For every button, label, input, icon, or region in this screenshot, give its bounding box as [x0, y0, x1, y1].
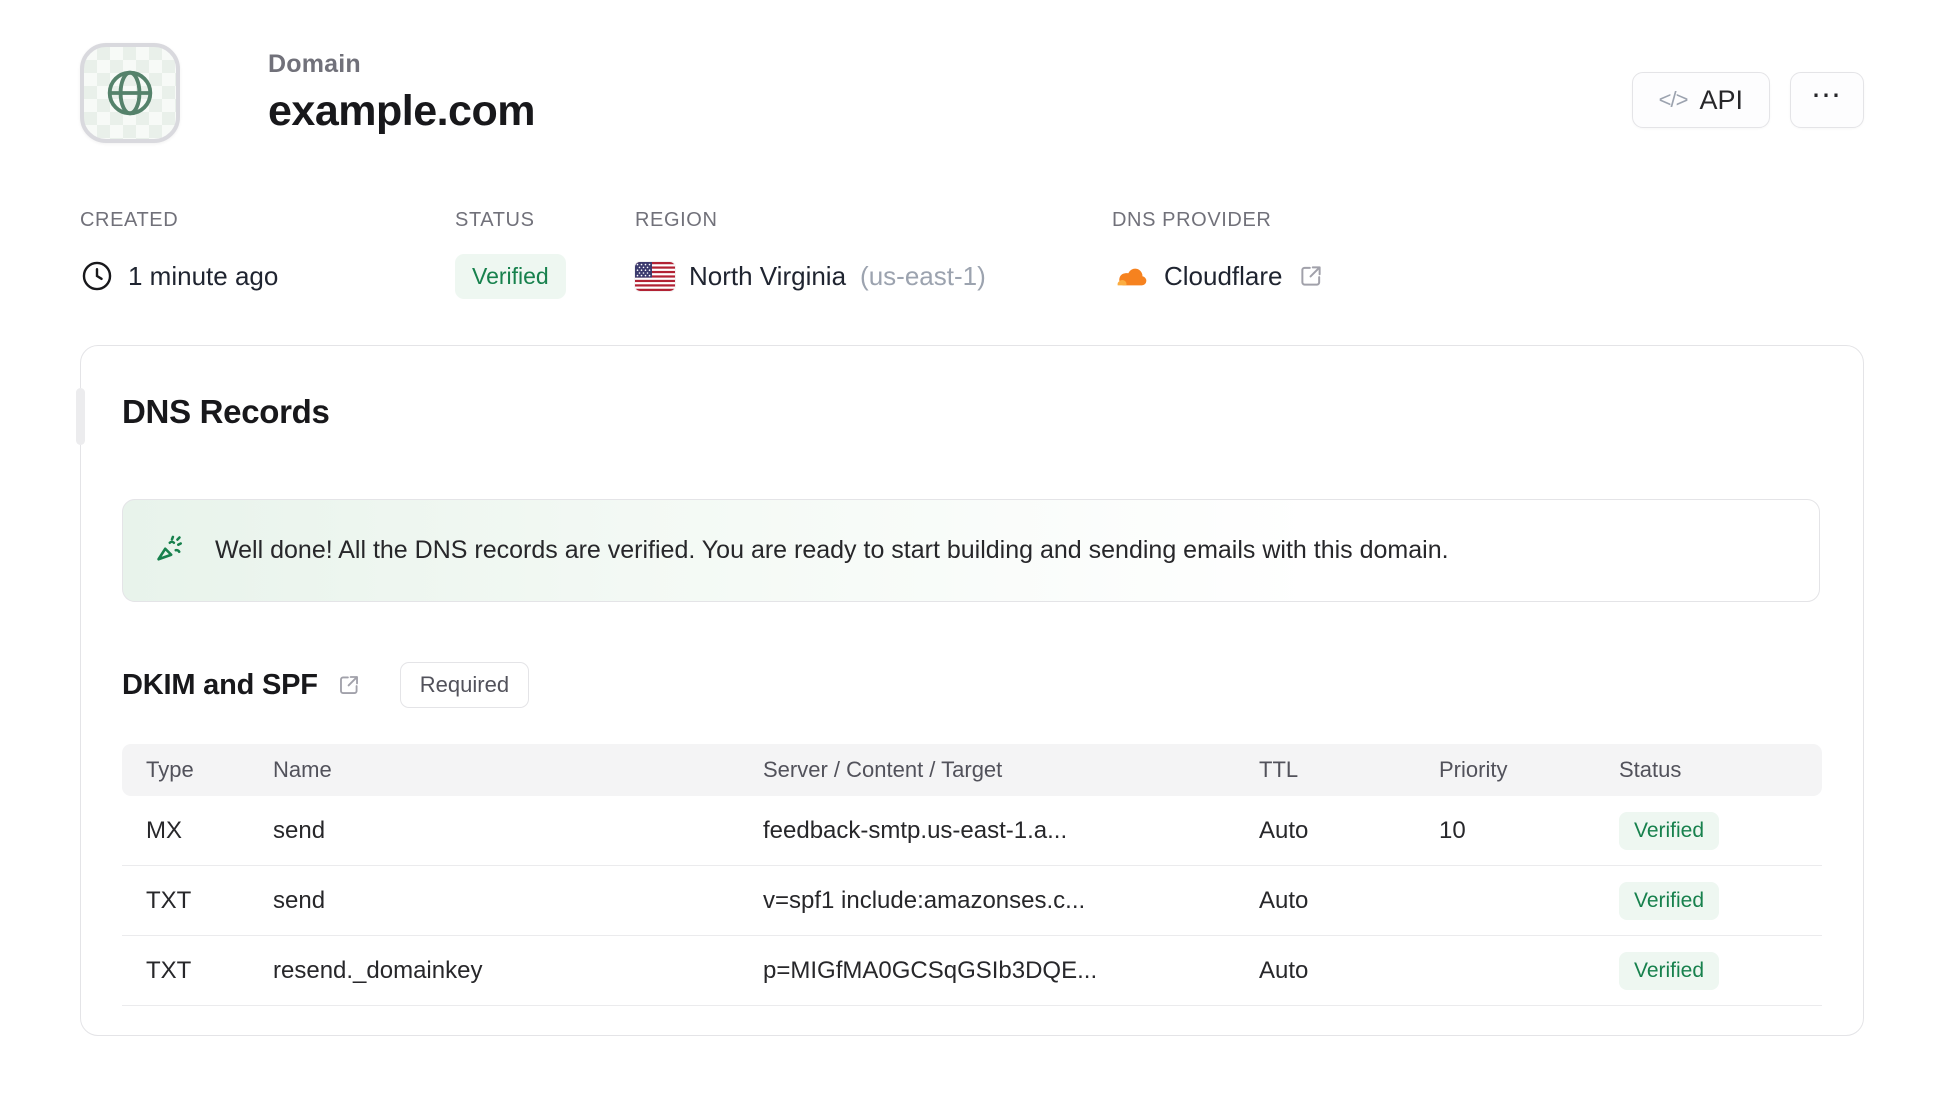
created-label: CREATED — [80, 209, 179, 231]
record-name: send — [273, 816, 326, 844]
record-ttl: Auto — [1259, 956, 1309, 984]
column-header-type: Type — [146, 757, 194, 782]
region-label: REGION — [635, 209, 718, 231]
verified-badge: Verified — [1619, 951, 1720, 990]
domain-meta-row: CREATED 1 minute ago STATUS Verified REG… — [0, 209, 1944, 299]
dkim-spf-title: DKIM and SPF — [122, 668, 318, 701]
column-header-priority: Priority — [1439, 757, 1508, 782]
record-content: v=spf1 include:amazonses.c... — [763, 886, 1086, 914]
dns-records-card: DNS Records Well done! All the DNS recor… — [76, 345, 1864, 1036]
region-value: North Virginia — [689, 260, 847, 291]
record-name: send — [273, 886, 326, 914]
created-value: 1 minute ago — [128, 260, 279, 291]
meta-status: STATUS Verified — [455, 209, 635, 299]
page-title: example.com — [268, 87, 535, 135]
success-banner-text: Well done! All the DNS records are verif… — [215, 536, 1449, 564]
clock-icon — [80, 259, 114, 293]
meta-dns-provider: DNS PROVIDER Cloudflare — [1112, 209, 1325, 299]
party-popper-icon — [151, 533, 187, 569]
api-button[interactable]: </> API — [1631, 72, 1770, 128]
record-priority: 10 — [1439, 816, 1466, 844]
globe-icon — [101, 64, 159, 122]
column-header-status: Status — [1619, 757, 1682, 782]
record-type: TXT — [146, 886, 192, 914]
record-ttl: Auto — [1259, 886, 1309, 914]
record-content: p=MIGfMA0GCSqGSIb3DQE... — [763, 956, 1098, 984]
ellipsis-icon: ⋯ — [1811, 78, 1843, 112]
column-header-name: Name — [273, 757, 332, 782]
status-label: STATUS — [455, 209, 535, 231]
page-header: Domain example.com </> API ⋯ — [0, 0, 1944, 143]
column-header-content: Server / Content / Target — [763, 757, 1003, 782]
external-link-icon[interactable] — [1297, 262, 1325, 290]
section-accent-pill — [76, 388, 85, 445]
record-status: Verified — [1619, 951, 1798, 990]
verified-badge: Verified — [1619, 881, 1720, 920]
domain-detail-page: Domain example.com </> API ⋯ CREATED 1 m… — [0, 0, 1944, 1116]
api-button-label: API — [1699, 84, 1743, 115]
external-link-icon[interactable] — [336, 672, 362, 698]
status-badge: Verified — [455, 254, 566, 299]
required-badge: Required — [399, 662, 530, 708]
header-text: Domain example.com — [268, 50, 535, 136]
record-type: TXT — [146, 956, 192, 984]
meta-region: REGION North Virginia (us-east-1) — [635, 209, 1112, 299]
dns-provider-label: DNS PROVIDER — [1112, 209, 1272, 231]
record-type: MX — [146, 816, 182, 844]
dns-record-row[interactable]: MX send feedback-smtp.us-east-1.a... Aut… — [122, 796, 1822, 866]
region-code: (us-east-1) — [860, 260, 986, 291]
meta-created: CREATED 1 minute ago — [80, 209, 455, 299]
code-icon: </> — [1658, 87, 1689, 112]
dns-table-header: Type Name Server / Content / Target TTL … — [122, 744, 1822, 796]
verified-badge: Verified — [1619, 811, 1720, 850]
dns-record-row[interactable]: TXT send v=spf1 include:amazonses.c... A… — [122, 866, 1822, 936]
header-actions: </> API ⋯ — [1631, 72, 1864, 128]
success-banner: Well done! All the DNS records are verif… — [122, 499, 1820, 602]
record-ttl: Auto — [1259, 816, 1309, 844]
us-flag-icon — [635, 261, 675, 291]
dns-record-row[interactable]: TXT resend._domainkey p=MIGfMA0GCSqGSIb3… — [122, 936, 1822, 1006]
dns-table-body: MX send feedback-smtp.us-east-1.a... Aut… — [122, 796, 1822, 1006]
page-eyebrow: Domain — [268, 50, 361, 78]
record-status: Verified — [1619, 811, 1798, 850]
dns-table: Type Name Server / Content / Target TTL … — [122, 744, 1822, 1006]
record-status: Verified — [1619, 881, 1798, 920]
record-content: feedback-smtp.us-east-1.a... — [763, 816, 1068, 844]
cloudflare-icon — [1112, 262, 1150, 290]
record-name: resend._domainkey — [273, 956, 483, 984]
dns-provider-value: Cloudflare — [1164, 260, 1283, 291]
more-options-button[interactable]: ⋯ — [1790, 72, 1864, 128]
domain-avatar — [80, 43, 180, 143]
dns-records-title: DNS Records — [122, 393, 330, 430]
dkim-spf-section-header: DKIM and SPF Required — [122, 662, 1820, 708]
column-header-ttl: TTL — [1259, 757, 1299, 782]
